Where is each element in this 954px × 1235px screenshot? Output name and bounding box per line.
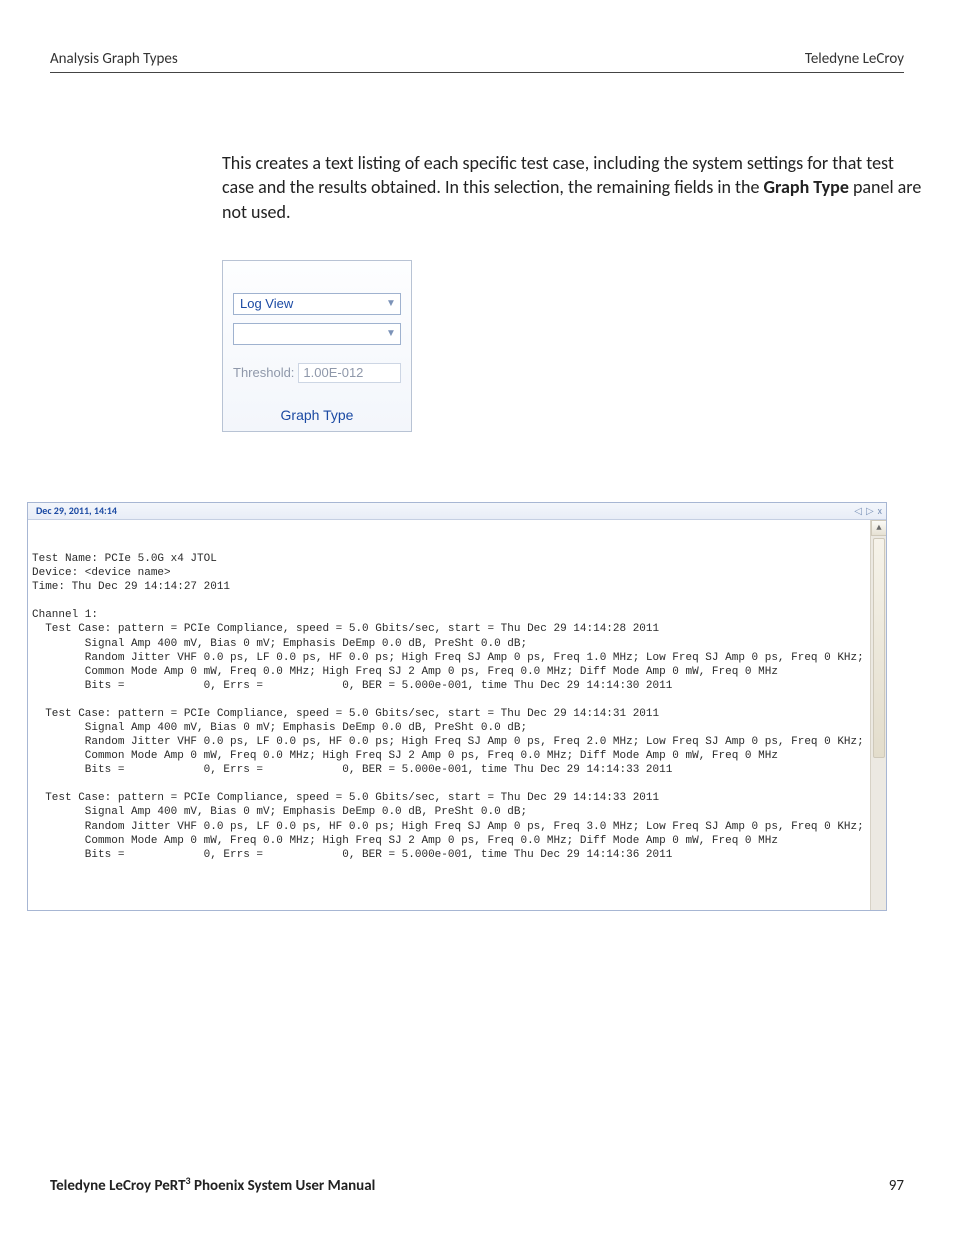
log-view-body: Test Name: PCIe 5.0G x4 JTOL Device: <de… [28,520,886,910]
log-view-tab[interactable]: Dec 29, 2011, 14:14 [28,504,125,517]
page-number: 97 [889,1177,904,1195]
prev-tab-icon[interactable]: ◁ [854,504,862,517]
header-right: Teledyne LeCroy [805,50,904,68]
graph-type-primary-select[interactable]: Log View ▼ [233,293,401,315]
chevron-down-icon: ▼ [386,298,396,309]
graph-type-secondary-select[interactable]: ▼ [233,323,401,345]
scroll-thumb[interactable] [873,538,885,758]
graph-type-primary-value: Log View [240,296,293,311]
log-view-text: Test Name: PCIe 5.0G x4 JTOL Device: <de… [32,552,868,862]
threshold-row: Threshold: 1.00E-012 [233,363,401,383]
intro-bold: Graph Type [764,176,849,198]
next-tab-icon[interactable]: ▷ [866,504,874,517]
intro-paragraph: This creates a text listing of each spec… [222,151,922,224]
scroll-up-icon[interactable]: ▲ [871,520,886,536]
threshold-field[interactable]: 1.00E-012 [298,363,401,383]
chevron-down-icon: ▼ [386,328,396,339]
footer-product: Teledyne LeCroy PeRT3 Phoenix System Use… [50,1174,375,1195]
graph-type-footer-label: Graph Type [233,407,401,427]
footer-product-prefix: Teledyne LeCroy PeRT [50,1177,186,1195]
threshold-label: Threshold: [233,365,294,380]
header-left: Analysis Graph Types [50,50,178,68]
footer-product-suffix: Phoenix System User Manual [191,1177,376,1195]
header-rule [50,72,904,73]
log-view-tabbar: Dec 29, 2011, 14:14 ◁ ▷ x [28,503,886,520]
scrollbar[interactable]: ▲ [870,520,886,910]
close-icon[interactable]: x [878,504,882,517]
log-view-window: Dec 29, 2011, 14:14 ◁ ▷ x Test Name: PCI… [27,502,887,911]
graph-type-panel: Log View ▼ ▼ Threshold: 1.00E-012 Graph … [222,260,412,432]
